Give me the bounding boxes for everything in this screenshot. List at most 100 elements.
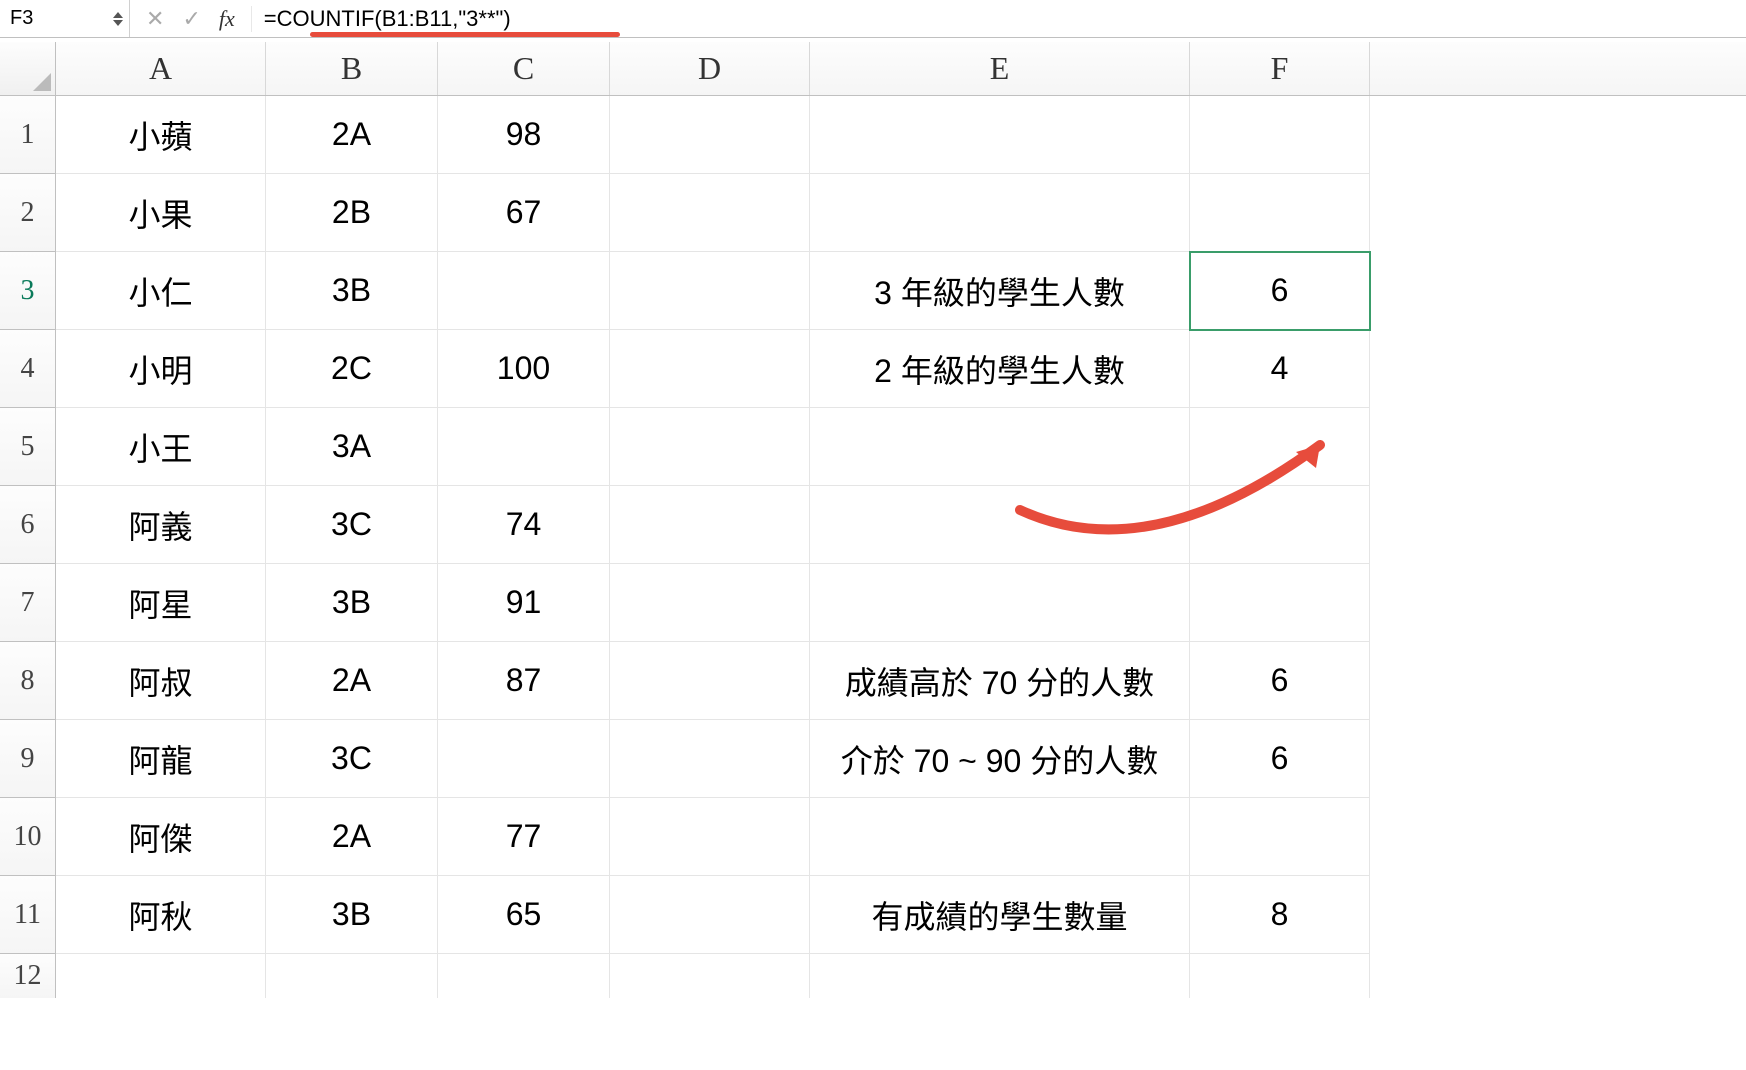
cell-D9[interactable] — [610, 720, 810, 798]
cell-D11[interactable] — [610, 876, 810, 954]
cell-E4[interactable]: 2 年級的學生人數 — [810, 330, 1190, 408]
cell-F1[interactable] — [1190, 96, 1370, 174]
cell-B7[interactable]: 3B — [266, 564, 438, 642]
col-header-E[interactable]: E — [810, 42, 1190, 95]
name-box-spinner[interactable] — [113, 12, 123, 26]
cell-F3[interactable]: 6 — [1190, 252, 1370, 330]
cell-E12[interactable] — [810, 954, 1190, 998]
row-header[interactable]: 2 — [0, 174, 56, 252]
cell-B9[interactable]: 3C — [266, 720, 438, 798]
cell-F8[interactable]: 6 — [1190, 642, 1370, 720]
cell-E7[interactable] — [810, 564, 1190, 642]
row-header[interactable]: 12 — [0, 954, 56, 998]
cell-E2[interactable] — [810, 174, 1190, 252]
cell-C8[interactable]: 87 — [438, 642, 610, 720]
cell-C4[interactable]: 100 — [438, 330, 610, 408]
chevron-up-icon[interactable] — [113, 12, 123, 18]
row-header[interactable]: 11 — [0, 876, 56, 954]
cell-D6[interactable] — [610, 486, 810, 564]
cell-E11[interactable]: 有成績的學生數量 — [810, 876, 1190, 954]
col-header-A[interactable]: A — [56, 42, 266, 95]
cell-D1[interactable] — [610, 96, 810, 174]
cell-C7[interactable]: 91 — [438, 564, 610, 642]
cell-B2[interactable]: 2B — [266, 174, 438, 252]
cell-F11[interactable]: 8 — [1190, 876, 1370, 954]
cell-D4[interactable] — [610, 330, 810, 408]
formula-text: =COUNTIF(B1:B11,"3**") — [264, 6, 511, 31]
col-header-C[interactable]: C — [438, 42, 610, 95]
cell-C1[interactable]: 98 — [438, 96, 610, 174]
cell-F10[interactable] — [1190, 798, 1370, 876]
cell-B8[interactable]: 2A — [266, 642, 438, 720]
cell-B11[interactable]: 3B — [266, 876, 438, 954]
row-header[interactable]: 3 — [0, 252, 56, 330]
cell-B12[interactable] — [266, 954, 438, 998]
cell-A11[interactable]: 阿秋 — [56, 876, 266, 954]
cell-A9[interactable]: 阿龍 — [56, 720, 266, 798]
cell-B5[interactable]: 3A — [266, 408, 438, 486]
cell-B4[interactable]: 2C — [266, 330, 438, 408]
name-box[interactable]: F3 — [0, 0, 130, 37]
cell-C6[interactable]: 74 — [438, 486, 610, 564]
cell-B6[interactable]: 3C — [266, 486, 438, 564]
cell-D2[interactable] — [610, 174, 810, 252]
cell-F2[interactable] — [1190, 174, 1370, 252]
cell-A10[interactable]: 阿傑 — [56, 798, 266, 876]
row-header[interactable]: 7 — [0, 564, 56, 642]
cell-E1[interactable] — [810, 96, 1190, 174]
cell-C12[interactable] — [438, 954, 610, 998]
cell-C10[interactable]: 77 — [438, 798, 610, 876]
cell-C2[interactable]: 67 — [438, 174, 610, 252]
cell-E9[interactable]: 介於 70 ~ 90 分的人數 — [810, 720, 1190, 798]
cell-E8[interactable]: 成績高於 70 分的人數 — [810, 642, 1190, 720]
cell-A3[interactable]: 小仁 — [56, 252, 266, 330]
cell-A7[interactable]: 阿星 — [56, 564, 266, 642]
cell-F6[interactable] — [1190, 486, 1370, 564]
cell-A4[interactable]: 小明 — [56, 330, 266, 408]
select-all-corner[interactable] — [0, 42, 56, 95]
cell-E3[interactable]: 3 年級的學生人數 — [810, 252, 1190, 330]
cell-F4[interactable]: 4 — [1190, 330, 1370, 408]
cell-C11[interactable]: 65 — [438, 876, 610, 954]
cancel-formula-icon[interactable]: ✕ — [146, 6, 164, 32]
cell-C3[interactable] — [438, 252, 610, 330]
cell-E10[interactable] — [810, 798, 1190, 876]
cell-A5[interactable]: 小王 — [56, 408, 266, 486]
cell-A6[interactable]: 阿義 — [56, 486, 266, 564]
cell-A8[interactable]: 阿叔 — [56, 642, 266, 720]
row-header[interactable]: 5 — [0, 408, 56, 486]
cell-F9[interactable]: 6 — [1190, 720, 1370, 798]
row-header[interactable]: 9 — [0, 720, 56, 798]
cell-F5[interactable] — [1190, 408, 1370, 486]
row-header[interactable]: 8 — [0, 642, 56, 720]
row-header[interactable]: 1 — [0, 96, 56, 174]
cell-A1[interactable]: 小蘋 — [56, 96, 266, 174]
cell-D10[interactable] — [610, 798, 810, 876]
cell-E6[interactable] — [810, 486, 1190, 564]
cell-F7[interactable] — [1190, 564, 1370, 642]
cell-D5[interactable] — [610, 408, 810, 486]
row-header[interactable]: 4 — [0, 330, 56, 408]
col-header-F[interactable]: F — [1190, 42, 1370, 95]
cell-E5[interactable] — [810, 408, 1190, 486]
cell-F12[interactable] — [1190, 954, 1370, 998]
chevron-down-icon[interactable] — [113, 20, 123, 26]
cell-B1[interactable]: 2A — [266, 96, 438, 174]
col-header-D[interactable]: D — [610, 42, 810, 95]
col-header-B[interactable]: B — [266, 42, 438, 95]
cell-D12[interactable] — [610, 954, 810, 998]
formula-input[interactable]: =COUNTIF(B1:B11,"3**") — [252, 6, 1746, 32]
cell-A12[interactable] — [56, 954, 266, 998]
cell-D7[interactable] — [610, 564, 810, 642]
cell-D3[interactable] — [610, 252, 810, 330]
cell-B10[interactable]: 2A — [266, 798, 438, 876]
accept-formula-icon[interactable]: ✓ — [182, 6, 200, 32]
row-header[interactable]: 6 — [0, 486, 56, 564]
fx-icon[interactable]: fx — [219, 6, 235, 32]
cell-D8[interactable] — [610, 642, 810, 720]
cell-A2[interactable]: 小果 — [56, 174, 266, 252]
row-header[interactable]: 10 — [0, 798, 56, 876]
cell-B3[interactable]: 3B — [266, 252, 438, 330]
cell-C5[interactable] — [438, 408, 610, 486]
cell-C9[interactable] — [438, 720, 610, 798]
